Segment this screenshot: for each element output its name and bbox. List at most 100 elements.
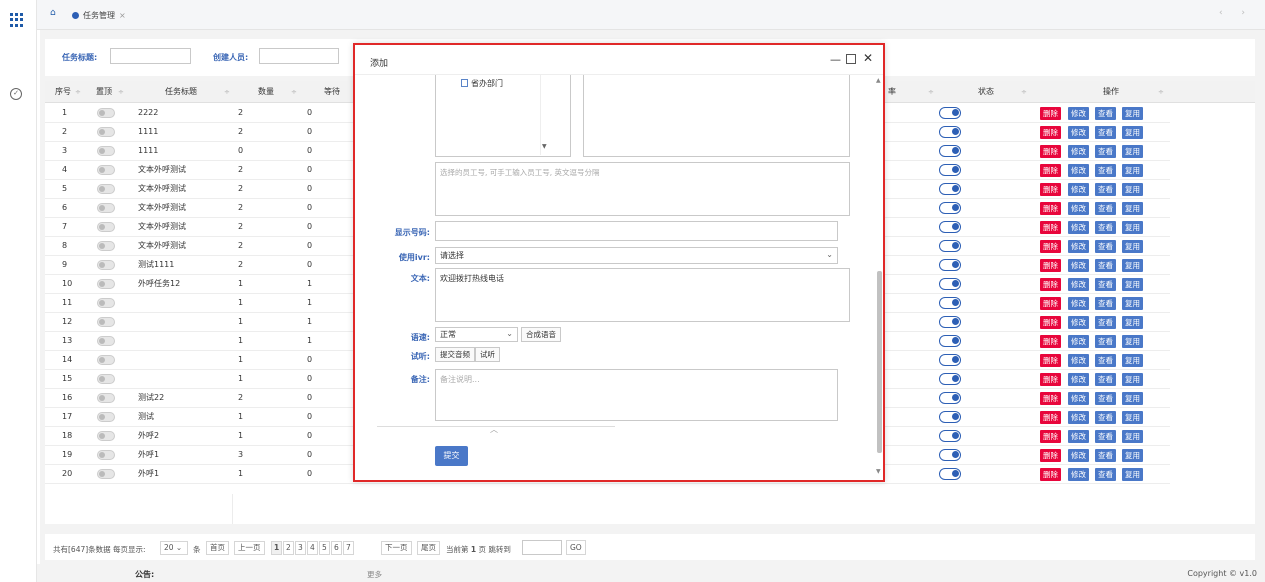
sort-icon[interactable]: ÷ — [75, 81, 81, 103]
collapse-up-icon[interactable]: ︿ — [490, 424, 498, 435]
status-toggle[interactable] — [939, 373, 961, 385]
creator-search-input[interactable] — [259, 48, 339, 64]
reuse-button[interactable]: 复用 — [1122, 126, 1143, 139]
delete-button[interactable]: 删除 — [1040, 259, 1061, 272]
delete-button[interactable]: 删除 — [1040, 449, 1061, 462]
modify-button[interactable]: 修改 — [1068, 278, 1089, 291]
status-toggle[interactable] — [939, 126, 961, 138]
status-toggle[interactable] — [939, 430, 961, 442]
ivr-select[interactable]: 请选择 ⌄ — [435, 247, 838, 264]
pin-toggle[interactable] — [97, 469, 115, 479]
sort-icon[interactable]: ÷ — [118, 81, 124, 103]
delete-button[interactable]: 删除 — [1040, 468, 1061, 481]
reuse-button[interactable]: 复用 — [1122, 202, 1143, 215]
pin-toggle[interactable] — [97, 222, 115, 232]
view-button[interactable]: 查看 — [1095, 373, 1116, 386]
pin-toggle[interactable] — [97, 355, 115, 365]
pin-toggle[interactable] — [97, 260, 115, 270]
view-button[interactable]: 查看 — [1095, 392, 1116, 405]
reuse-button[interactable]: 复用 — [1122, 164, 1143, 177]
view-button[interactable]: 查看 — [1095, 354, 1116, 367]
status-toggle[interactable] — [939, 297, 961, 309]
check-circle-icon[interactable]: ✓ — [10, 88, 22, 100]
pin-toggle[interactable] — [97, 412, 115, 422]
delete-button[interactable]: 删除 — [1040, 278, 1061, 291]
pin-toggle[interactable] — [97, 279, 115, 289]
reuse-button[interactable]: 复用 — [1122, 335, 1143, 348]
sort-icon[interactable]: ÷ — [928, 81, 934, 103]
delete-button[interactable]: 删除 — [1040, 240, 1061, 253]
status-toggle[interactable] — [939, 183, 961, 195]
status-toggle[interactable] — [939, 107, 961, 119]
next-page-button[interactable]: 下一页 — [381, 541, 412, 555]
last-page-button[interactable]: 尾页 — [417, 541, 440, 555]
home-icon[interactable]: ⌂ — [50, 9, 59, 18]
upload-audio-button[interactable]: 提交音频 — [435, 347, 475, 362]
status-toggle[interactable] — [939, 240, 961, 252]
reuse-button[interactable]: 复用 — [1122, 354, 1143, 367]
modify-button[interactable]: 修改 — [1068, 259, 1089, 272]
reuse-button[interactable]: 复用 — [1122, 259, 1143, 272]
pin-toggle[interactable] — [97, 298, 115, 308]
tab-close-icon[interactable]: × — [119, 11, 126, 20]
pin-toggle[interactable] — [97, 184, 115, 194]
reuse-button[interactable]: 复用 — [1122, 278, 1143, 291]
tab-task-management[interactable]: 任务管理 × — [66, 6, 132, 24]
modify-button[interactable]: 修改 — [1068, 335, 1089, 348]
page-size-select[interactable]: 20 ⌄ — [160, 541, 188, 555]
view-button[interactable]: 查看 — [1095, 183, 1116, 196]
modify-button[interactable]: 修改 — [1068, 221, 1089, 234]
delete-button[interactable]: 删除 — [1040, 335, 1061, 348]
status-toggle[interactable] — [939, 468, 961, 480]
modify-button[interactable]: 修改 — [1068, 145, 1089, 158]
pin-toggle[interactable] — [97, 374, 115, 384]
page-number-button[interactable]: 5 — [319, 541, 330, 555]
modify-button[interactable]: 修改 — [1068, 164, 1089, 177]
status-toggle[interactable] — [939, 392, 961, 404]
status-toggle[interactable] — [939, 316, 961, 328]
view-button[interactable]: 查看 — [1095, 240, 1116, 253]
delete-button[interactable]: 删除 — [1040, 297, 1061, 310]
reuse-button[interactable]: 复用 — [1122, 221, 1143, 234]
dialog-scroll-thumb[interactable] — [877, 271, 882, 453]
page-number-button[interactable]: 4 — [307, 541, 318, 555]
modify-button[interactable]: 修改 — [1068, 297, 1089, 310]
view-button[interactable]: 查看 — [1095, 107, 1116, 120]
view-button[interactable]: 查看 — [1095, 449, 1116, 462]
reuse-button[interactable]: 复用 — [1122, 468, 1143, 481]
scroll-down-icon[interactable]: ▼ — [542, 143, 547, 150]
view-button[interactable]: 查看 — [1095, 221, 1116, 234]
first-page-button[interactable]: 首页 — [206, 541, 229, 555]
view-button[interactable]: 查看 — [1095, 259, 1116, 272]
delete-button[interactable]: 删除 — [1040, 392, 1061, 405]
reuse-button[interactable]: 复用 — [1122, 316, 1143, 329]
pin-toggle[interactable] — [97, 203, 115, 213]
reuse-button[interactable]: 复用 — [1122, 373, 1143, 386]
sort-icon[interactable]: ÷ — [1021, 81, 1027, 103]
page-number-button[interactable]: 6 — [331, 541, 342, 555]
status-toggle[interactable] — [939, 335, 961, 347]
view-button[interactable]: 查看 — [1095, 126, 1116, 139]
close-icon[interactable]: ✕ — [863, 51, 873, 65]
scroll-up-icon[interactable]: ▲ — [876, 77, 881, 84]
tab-scroll-arrows[interactable]: ‹ › — [1219, 8, 1253, 18]
reuse-button[interactable]: 复用 — [1122, 449, 1143, 462]
prev-page-button[interactable]: 上一页 — [234, 541, 265, 555]
modify-button[interactable]: 修改 — [1068, 392, 1089, 405]
page-number-button[interactable]: 1 — [271, 541, 283, 555]
modify-button[interactable]: 修改 — [1068, 430, 1089, 443]
reuse-button[interactable]: 复用 — [1122, 430, 1143, 443]
modify-button[interactable]: 修改 — [1068, 202, 1089, 215]
status-toggle[interactable] — [939, 145, 961, 157]
reuse-button[interactable]: 复用 — [1122, 411, 1143, 424]
delete-button[interactable]: 删除 — [1040, 126, 1061, 139]
pin-toggle[interactable] — [97, 127, 115, 137]
modify-button[interactable]: 修改 — [1068, 449, 1089, 462]
delete-button[interactable]: 删除 — [1040, 164, 1061, 177]
pin-toggle[interactable] — [97, 317, 115, 327]
delete-button[interactable]: 删除 — [1040, 183, 1061, 196]
modify-button[interactable]: 修改 — [1068, 126, 1089, 139]
submit-button[interactable]: 提交 — [435, 446, 468, 466]
delete-button[interactable]: 删除 — [1040, 107, 1061, 120]
more-link[interactable]: 更多 — [367, 569, 382, 580]
